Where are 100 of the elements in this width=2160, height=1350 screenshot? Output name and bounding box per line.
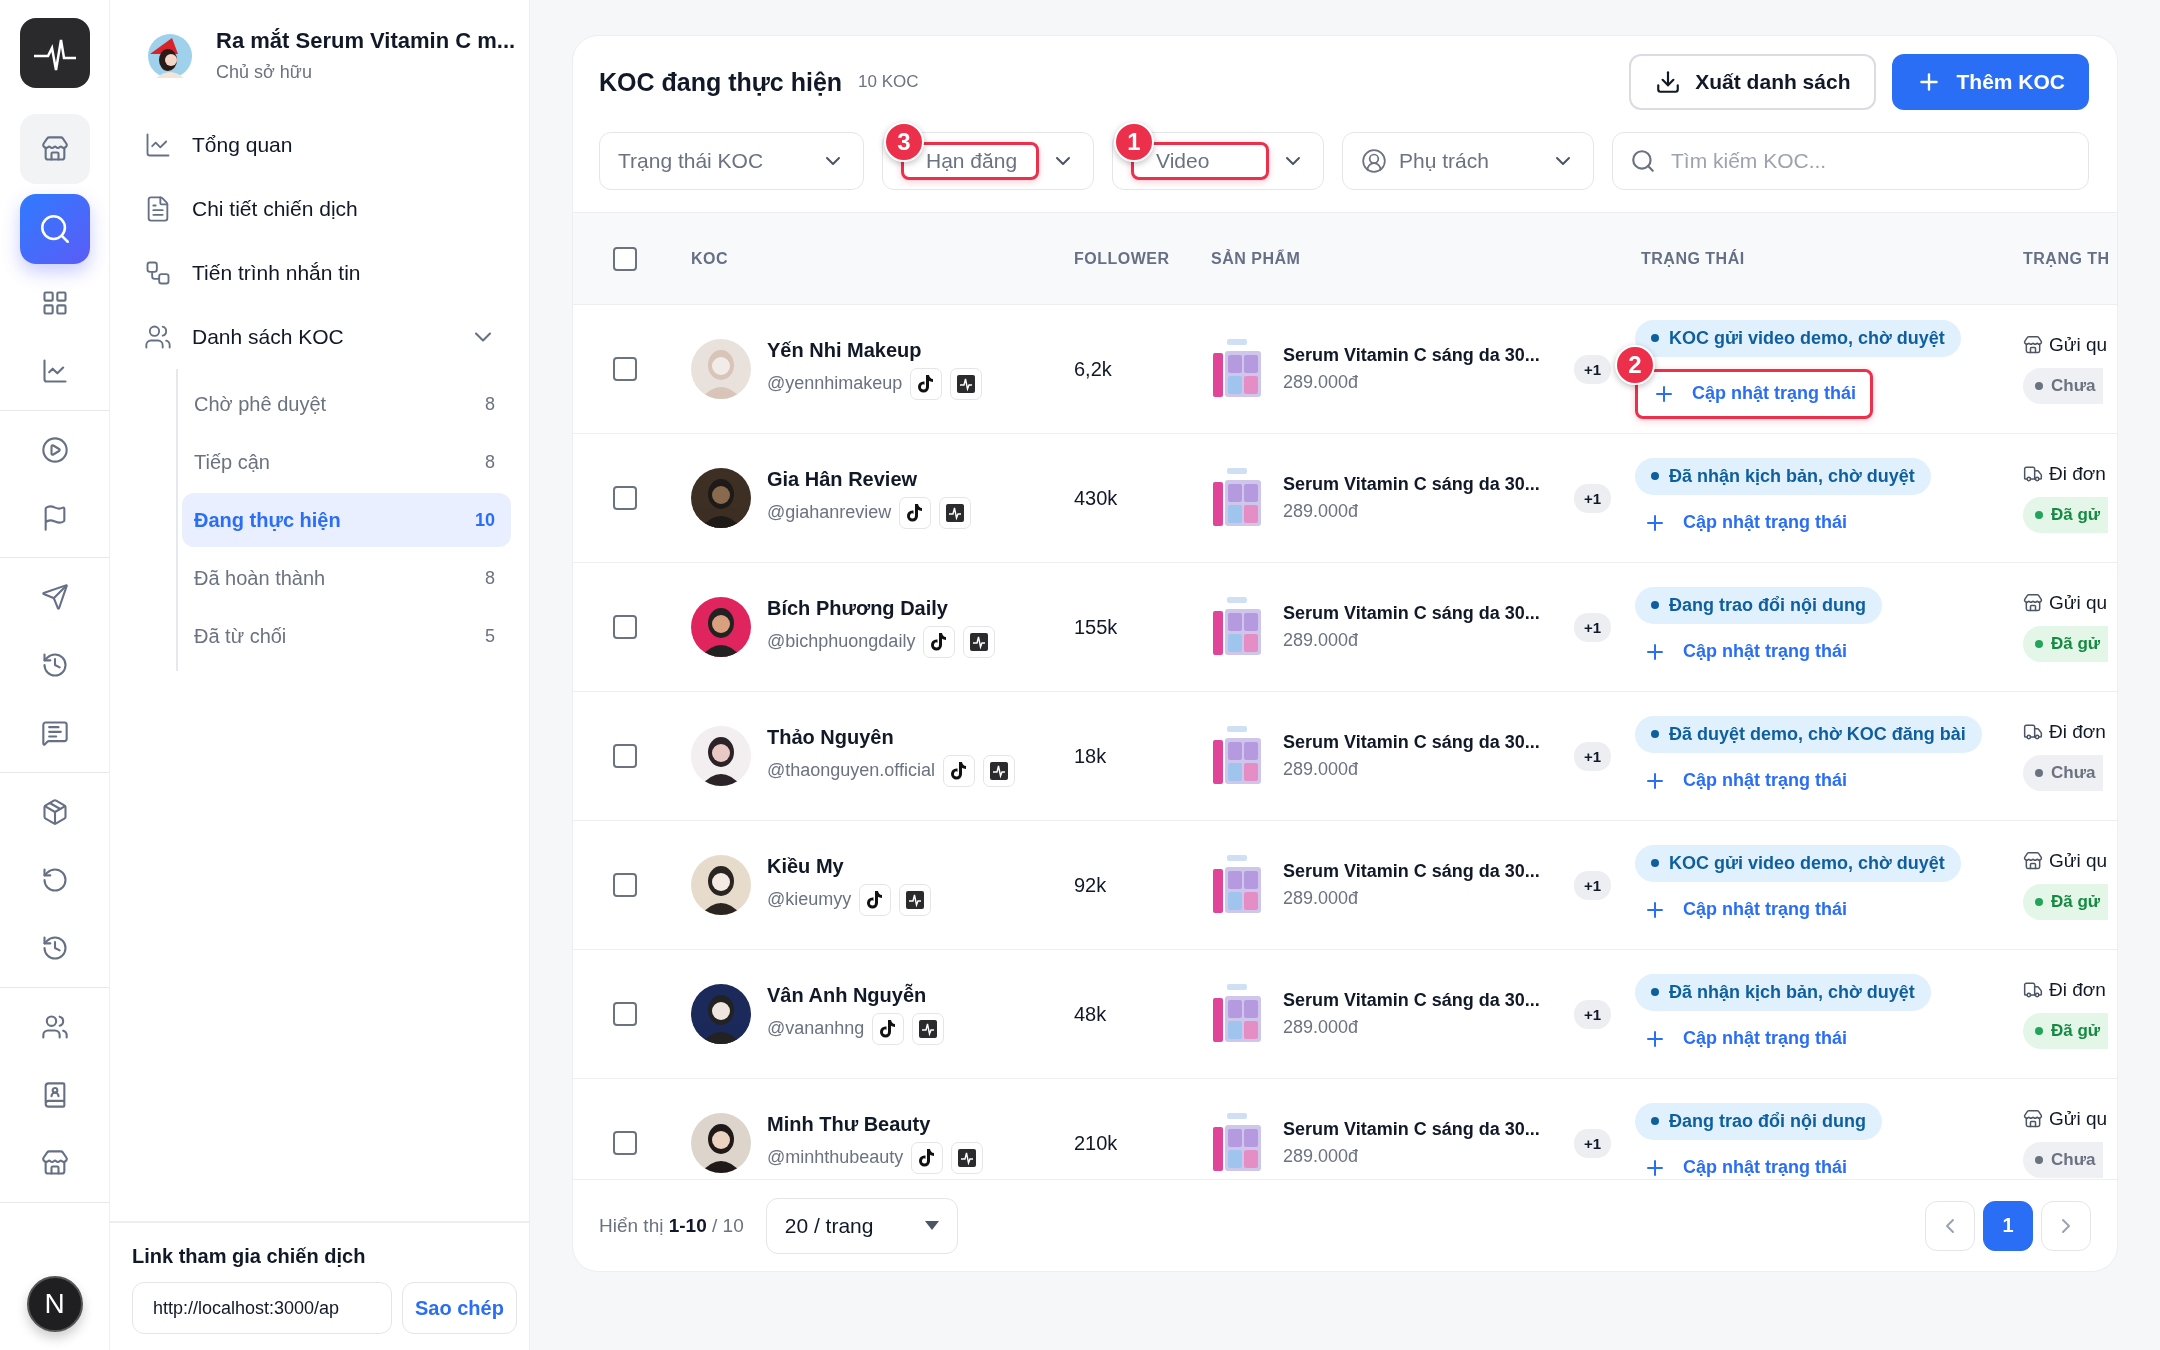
more-count: +1 [1573, 741, 1611, 771]
status-pill: KOC gửi video demo, chờ duyệt [1635, 319, 1961, 357]
social-button[interactable] [963, 625, 996, 658]
chart-icon [40, 357, 69, 385]
send-icon [40, 583, 69, 611]
store-icon [2023, 851, 2043, 871]
update-status-button[interactable]: Cập nhật trạng thái [1635, 1151, 1855, 1179]
more-count: +1 [1573, 999, 1611, 1029]
campaign-title: Ra mắt Serum Vitamin C m... [216, 28, 516, 54]
checkbox[interactable] [613, 357, 637, 381]
follower-count: 6,2k [1074, 357, 1113, 381]
count-label: 10 [474, 509, 495, 531]
sub-nav-item[interactable]: Chờ phê duyệt 8 [182, 377, 511, 431]
sub-nav-item[interactable]: Đã từ chối 5 [182, 609, 511, 663]
user-avatar[interactable]: N [26, 1276, 83, 1332]
checkbox[interactable] [613, 873, 637, 897]
update-status-button[interactable]: Cập nhật trạng thái [1635, 893, 1855, 926]
koc-handle: @kieumyy [767, 889, 852, 910]
social-button[interactable] [899, 883, 932, 916]
pulse-icon [970, 632, 989, 651]
sub-nav-item[interactable]: Tiếp cận 8 [182, 435, 511, 489]
update-status-button[interactable]: Cập nhật trạng thái [1635, 635, 1855, 668]
follower-count: 430k [1074, 486, 1119, 510]
update-status-button[interactable]: Cập nhật trạng thái [1635, 506, 1855, 539]
product-price: 289.000đ [1283, 888, 1360, 909]
social-button[interactable] [910, 367, 943, 400]
social-button[interactable] [939, 496, 972, 529]
page-size-select[interactable]: 20 / trang [765, 1197, 958, 1254]
play-icon [40, 436, 69, 464]
checkbox[interactable] [613, 744, 637, 768]
count-label: 5 [485, 625, 495, 647]
update-status-button[interactable]: Cập nhật trạng thái [1635, 764, 1855, 797]
music-note-icon [930, 631, 949, 652]
rail-button[interactable] [19, 114, 90, 184]
column-header: KOC [691, 249, 730, 268]
social-button[interactable] [899, 496, 932, 529]
shipping-pill: Chưa [2023, 755, 2104, 791]
sub-nav-item[interactable]: Đang thực hiện 10 [182, 493, 511, 547]
sub-nav-item[interactable]: Đã hoàn thành 8 [182, 551, 511, 605]
logo-icon[interactable] [19, 18, 90, 88]
music-note-icon [918, 1147, 937, 1168]
pulse-icon [906, 890, 925, 909]
column-header: FOLLOWER [1074, 249, 1171, 268]
nav-item[interactable]: Tiến trình nhắn tin [110, 241, 529, 305]
link-title: Link tham gia chiến dịch [132, 1245, 367, 1268]
update-status-button[interactable]: Cập nhật trạng thái [1635, 1022, 1855, 1055]
page-button[interactable]: 1 [1983, 1200, 2033, 1251]
social-button[interactable] [912, 1012, 945, 1045]
social-button[interactable] [943, 754, 976, 787]
rail-button[interactable] [19, 194, 90, 264]
social-button[interactable] [950, 367, 983, 400]
nav-item[interactable]: Tổng quan [110, 113, 529, 177]
checkbox[interactable] [613, 615, 637, 639]
campaign-role: Chủ sở hữu [216, 62, 313, 83]
product-price: 289.000đ [1283, 1017, 1360, 1038]
link-field[interactable]: http://localhost:3000/ap [132, 1282, 392, 1334]
social-button[interactable] [911, 1141, 944, 1174]
product-name: Serum Vitamin C sáng da 30... [1283, 603, 1541, 624]
status-pill: Đang trao đổi nội dung [1635, 1102, 1882, 1140]
checkbox[interactable] [613, 1002, 637, 1026]
delivery-label: Đi đơn [2049, 979, 2106, 1001]
follower-count: 18k [1074, 744, 1108, 768]
nav-item[interactable]: Danh sách KOC [110, 305, 529, 369]
product-name: Serum Vitamin C sáng da 30... [1283, 474, 1541, 495]
column-header: SẢN PHẨM [1211, 249, 1302, 268]
filter-select[interactable]: Phụ trách [1342, 132, 1594, 190]
koc-handle: @vananhng [767, 1018, 865, 1039]
status-pill: Đang trao đổi nội dung [1635, 586, 1882, 624]
follower-count: 210k [1074, 1131, 1119, 1155]
nav-item[interactable]: Chi tiết chiến dịch [110, 177, 529, 241]
search-field[interactable]: Tìm kiếm KOC... [1612, 132, 2089, 190]
store-icon [2023, 593, 2043, 613]
truck-icon [2023, 722, 2043, 742]
social-button[interactable] [872, 1012, 905, 1045]
social-button[interactable] [923, 625, 956, 658]
koc-name: Gia Hân Review [767, 467, 919, 491]
delivery-label: Gửi qu [2049, 850, 2108, 872]
filter-select[interactable]: Trạng thái KOC [599, 132, 864, 190]
checkbox[interactable] [613, 246, 637, 271]
status-pill: KOC gửi video demo, chờ duyệt [1635, 844, 1961, 882]
users-icon [144, 323, 172, 351]
add-button[interactable]: Thêm KOC [1892, 54, 2089, 110]
social-button[interactable] [859, 883, 892, 916]
pulse-icon [958, 1148, 977, 1167]
product-price: 289.000đ [1283, 372, 1360, 393]
pulse-icon [990, 761, 1009, 780]
product-name: Serum Vitamin C sáng da 30... [1283, 861, 1541, 882]
product-name: Serum Vitamin C sáng da 30... [1283, 345, 1541, 366]
annotation-badge: 2 [1615, 344, 1655, 385]
export-button[interactable]: Xuất danh sách [1629, 54, 1877, 110]
checkbox[interactable] [613, 486, 637, 510]
pulse-icon [946, 503, 965, 522]
flow-icon [144, 259, 172, 287]
copy-button[interactable]: Sao chép [402, 1282, 517, 1334]
social-button[interactable] [983, 754, 1016, 787]
social-button[interactable] [951, 1141, 984, 1174]
follower-count: 155k [1074, 615, 1119, 639]
store-icon [2023, 335, 2043, 355]
message-icon [40, 719, 69, 747]
checkbox[interactable] [613, 1131, 637, 1155]
